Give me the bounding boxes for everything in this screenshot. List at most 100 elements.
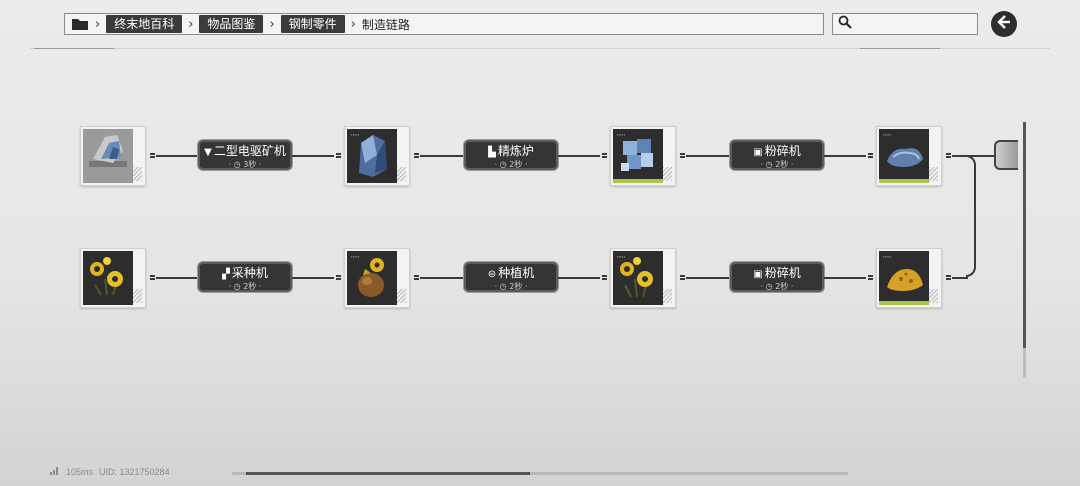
machine-node-planter[interactable]: ⊜ 种植机 · ◷ 2秒 · xyxy=(464,262,558,292)
uid-text: UID: 1321750284 xyxy=(99,467,170,477)
connector-mark xyxy=(868,275,873,280)
furnace-icon: ▙ xyxy=(488,147,496,158)
machine-node-drill[interactable]: ▼ 二型电驱矿机 · ◷ 3秒 · xyxy=(198,140,292,170)
crusher-icon: ▣ xyxy=(753,269,763,280)
connector-mark xyxy=(336,153,341,158)
connector-line xyxy=(824,155,866,157)
connector-line xyxy=(420,155,466,157)
connector-line xyxy=(952,277,968,279)
machine-time: 2秒 xyxy=(509,160,523,169)
breadcrumb: › 终末地百科 › 物品图鉴 › 钢制零件 › 制造链路 xyxy=(64,13,824,35)
card-hatch xyxy=(397,289,406,303)
breadcrumb-item-steel-parts[interactable]: 钢制零件 xyxy=(280,15,345,33)
item-card-yellow-flower-2[interactable]: ▪▪▪▪▪ xyxy=(610,248,676,308)
output-slot[interactable] xyxy=(994,140,1018,170)
search-input[interactable] xyxy=(832,13,978,35)
connector-elbow xyxy=(966,155,976,277)
item-card-yellow-powder[interactable]: ▪▪▪▪▪ xyxy=(876,248,942,308)
machine-name: 种植机 xyxy=(498,266,535,280)
machine-time: 2秒 xyxy=(243,282,257,291)
breadcrumb-item-catalog[interactable]: 物品图鉴 xyxy=(199,15,264,33)
chevron-right-icon: › xyxy=(350,16,356,32)
connector-mark xyxy=(150,275,155,280)
connector-line xyxy=(292,155,334,157)
connector-line xyxy=(952,155,994,157)
connector-line xyxy=(292,277,334,279)
connector-mark xyxy=(602,153,607,158)
machine-node-furnace[interactable]: ▙ 精炼炉 · ◷ 2秒 · xyxy=(464,140,558,170)
item-image: ▪▪▪▪▪ xyxy=(879,129,929,183)
drill-icon: ▼ xyxy=(204,147,212,158)
card-hatch xyxy=(663,167,672,181)
item-card-yellow-flower[interactable] xyxy=(80,248,146,308)
machine-time: 2秒 xyxy=(509,282,523,291)
search-icon xyxy=(838,15,852,34)
machine-node-crusher-2[interactable]: ▣ 粉碎机 · ◷ 2秒 · xyxy=(730,262,824,292)
machine-time: 2秒 xyxy=(775,282,789,291)
machine-name: 采种机 xyxy=(231,266,268,280)
chevron-right-icon: › xyxy=(269,16,275,32)
arrow-left-icon xyxy=(996,14,1012,35)
connector-line xyxy=(558,277,600,279)
connector-mark xyxy=(414,153,419,158)
top-deco-line-dark-left xyxy=(34,48,114,49)
vertical-scrollbar-thumb[interactable] xyxy=(1023,122,1026,348)
seed-picker-icon: ▞ xyxy=(222,269,230,280)
machine-name: 粉碎机 xyxy=(764,266,801,280)
item-image: ▪▪▪▪▪ xyxy=(879,251,929,305)
machine-name: 粉碎机 xyxy=(764,144,801,158)
item-card-blue-cube-cluster[interactable]: ▪▪▪▪▪ xyxy=(610,126,676,186)
connector-mark xyxy=(946,275,951,280)
connector-line xyxy=(686,155,732,157)
connector-mark xyxy=(946,153,951,158)
ping-text: 105ms xyxy=(66,467,94,477)
connector-mark xyxy=(680,153,685,158)
item-image: ▪▪▪▪▪ xyxy=(613,251,663,305)
connector-mark xyxy=(680,275,685,280)
connector-mark xyxy=(414,275,419,280)
item-image xyxy=(83,129,133,183)
item-image: ▪▪▪▪▪ xyxy=(347,129,397,183)
connector-mark xyxy=(336,275,341,280)
connector-line xyxy=(420,277,466,279)
connector-mark xyxy=(868,153,873,158)
item-image: ▪▪▪▪▪ xyxy=(613,129,663,183)
card-hatch xyxy=(929,167,938,181)
connector-line xyxy=(686,277,732,279)
connector-line xyxy=(558,155,600,157)
card-hatch xyxy=(397,167,406,181)
breadcrumb-current: 制造链路 xyxy=(361,17,410,32)
connector-line xyxy=(824,277,866,279)
machine-node-crusher[interactable]: ▣ 粉碎机 · ◷ 2秒 · xyxy=(730,140,824,170)
status-bar: 105ms UID: 1321750284 xyxy=(50,467,170,477)
horizontal-scrollbar-thumb[interactable] xyxy=(246,472,530,475)
card-hatch xyxy=(133,167,142,181)
breadcrumb-item-wiki[interactable]: 终末地百科 xyxy=(106,15,183,33)
machine-name: 二型电驱矿机 xyxy=(213,144,286,158)
chevron-right-icon: › xyxy=(95,16,101,32)
machine-time: 2秒 xyxy=(775,160,789,169)
card-hatch xyxy=(929,289,938,303)
crusher-icon: ▣ xyxy=(753,147,763,158)
machine-node-seed-picker[interactable]: ▞ 采种机 · ◷ 2秒 · xyxy=(198,262,292,292)
top-deco-line-dark-right xyxy=(860,48,940,49)
machine-name: 精炼炉 xyxy=(497,144,534,158)
chevron-right-icon: › xyxy=(188,16,194,32)
card-hatch xyxy=(133,289,142,303)
connector-mark xyxy=(602,275,607,280)
item-card-blue-ore[interactable] xyxy=(80,126,146,186)
machine-time: 3秒 xyxy=(243,160,257,169)
signal-icon xyxy=(50,467,60,477)
item-card-yellow-seed-pod[interactable]: ▪▪▪▪▪ xyxy=(344,248,410,308)
item-card-blue-crystal[interactable]: ▪▪▪▪▪ xyxy=(344,126,410,186)
planter-icon: ⊜ xyxy=(487,269,497,280)
item-card-blue-powder[interactable]: ▪▪▪▪▪ xyxy=(876,126,942,186)
connector-line xyxy=(156,155,200,157)
folder-icon[interactable] xyxy=(71,17,89,31)
back-button[interactable] xyxy=(991,11,1017,37)
item-image xyxy=(83,251,133,305)
card-hatch xyxy=(663,289,672,303)
connector-line xyxy=(156,277,200,279)
connector-mark xyxy=(150,153,155,158)
item-image: ▪▪▪▪▪ xyxy=(347,251,397,305)
